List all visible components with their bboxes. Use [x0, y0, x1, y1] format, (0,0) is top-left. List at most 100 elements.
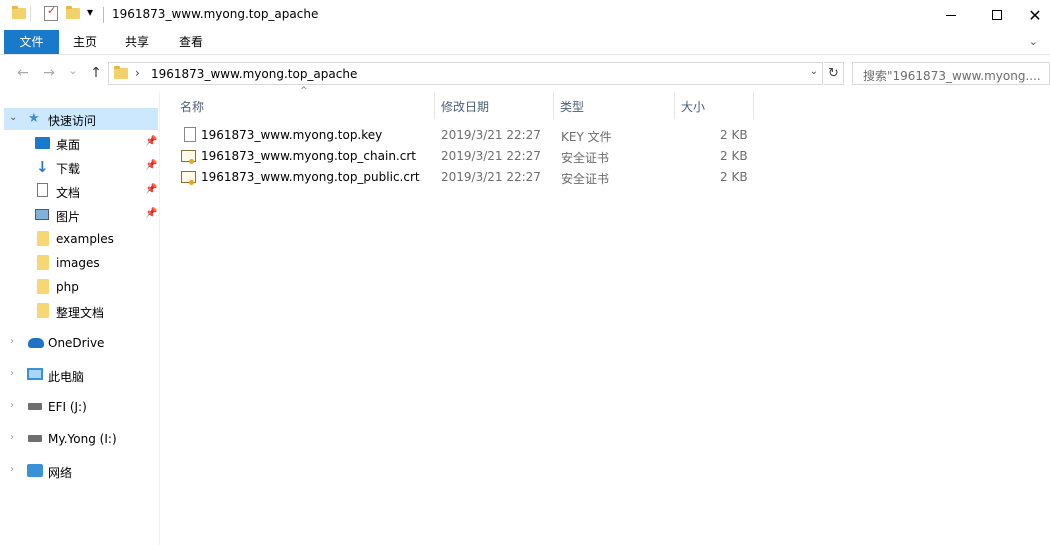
nav-label: 整理文档: [56, 306, 105, 320]
title-divider: [103, 7, 104, 23]
nav-label: 文档: [56, 186, 81, 200]
pin-icon[interactable]: 📌: [145, 208, 157, 219]
nav-item-images[interactable]: images: [4, 252, 158, 274]
nav-item-desktop[interactable]: 桌面 📌: [4, 132, 158, 154]
expand-chevron-icon[interactable]: ›: [10, 464, 14, 475]
qat-divider: [30, 6, 31, 22]
folder-icon: [37, 279, 49, 294]
this-pc-icon: [27, 368, 43, 380]
pin-icon[interactable]: 📌: [145, 184, 157, 195]
file-type: 安全证书: [561, 151, 610, 165]
nav-label: OneDrive: [48, 336, 105, 350]
column-label: 修改日期: [441, 100, 490, 114]
file-date: 2019/3/21 22:27: [441, 128, 541, 142]
nav-item-pictures[interactable]: 图片 📌: [4, 204, 158, 226]
nav-item-this-pc[interactable]: › 此电脑: [4, 364, 158, 386]
file-icon: [184, 127, 196, 142]
address-bar[interactable]: › 1961873_www.myong.top_apache ⌄: [108, 62, 823, 85]
folder-icon: [12, 6, 26, 19]
nav-item-examples[interactable]: examples: [4, 228, 158, 250]
pane-divider[interactable]: [159, 92, 160, 545]
file-size: 2 KB: [720, 170, 748, 184]
close-button[interactable]: ✕: [1020, 0, 1050, 30]
download-icon: ↓: [36, 158, 49, 176]
tab-view[interactable]: 查看: [172, 30, 210, 54]
nav-item-downloads[interactable]: ↓ 下载 📌: [4, 156, 158, 178]
folder-icon: [37, 255, 49, 270]
properties-icon[interactable]: ✓: [44, 5, 58, 21]
file-size: 2 KB: [720, 128, 748, 142]
nav-label: php: [56, 280, 79, 294]
file-row[interactable]: 1961873_www.myong.top.key 2019/3/21 22:2…: [176, 125, 756, 146]
nav-item-documents[interactable]: 文档 📌: [4, 180, 158, 202]
nav-item-onedrive[interactable]: › OneDrive: [4, 332, 158, 354]
column-label: 类型: [560, 100, 585, 114]
nav-item-myyong-drive[interactable]: › My.Yong (I:): [4, 428, 158, 450]
certificate-icon: [181, 150, 196, 164]
nav-label: 下载: [56, 162, 81, 176]
back-button[interactable]: ←: [14, 64, 32, 82]
nav-label: images: [56, 256, 100, 270]
up-button[interactable]: ↑: [87, 64, 105, 82]
column-header-type[interactable]: 类型: [554, 92, 674, 120]
search-input[interactable]: 搜索"1961873_www.myong....: [852, 62, 1050, 85]
drive-icon: [28, 432, 42, 442]
collapse-chevron-icon[interactable]: ⌄: [9, 112, 17, 123]
file-name: 1961873_www.myong.top.key: [201, 128, 383, 142]
new-folder-icon[interactable]: [66, 6, 80, 19]
tab-file[interactable]: 文件: [4, 30, 59, 54]
breadcrumb-chevron-icon[interactable]: ›: [135, 66, 140, 80]
drive-icon: [28, 400, 42, 410]
expand-chevron-icon[interactable]: ›: [10, 432, 14, 443]
desktop-icon: [35, 137, 50, 149]
forward-button[interactable]: →: [40, 64, 58, 82]
expand-chevron-icon[interactable]: ›: [10, 368, 14, 379]
nav-label: EFI (J:): [48, 400, 87, 414]
expand-chevron-icon[interactable]: ›: [10, 400, 14, 411]
folder-icon: [37, 231, 49, 246]
search-placeholder: 搜索"1961873_www.myong....: [863, 69, 1041, 83]
column-header-name[interactable]: 名称: [172, 92, 434, 120]
nav-label: 桌面: [56, 138, 81, 152]
onedrive-icon: [28, 338, 44, 348]
title-bar: ✓ ▾ 1961873_www.myong.top_apache ✕: [0, 0, 1050, 30]
nav-label: 网络: [48, 466, 73, 480]
tab-home[interactable]: 主页: [66, 30, 104, 54]
qat-dropdown-icon[interactable]: ▾: [87, 5, 93, 19]
breadcrumb[interactable]: 1961873_www.myong.top_apache: [151, 67, 357, 81]
nav-label: 图片: [56, 210, 81, 224]
pictures-icon: [35, 209, 49, 220]
column-divider[interactable]: [753, 92, 754, 119]
file-date: 2019/3/21 22:27: [441, 170, 541, 184]
file-row[interactable]: 1961873_www.myong.top_chain.crt 2019/3/2…: [176, 146, 756, 167]
nav-quick-access[interactable]: ⌄ ★ 快速访问: [4, 108, 158, 130]
file-name: 1961873_www.myong.top_public.crt: [201, 170, 420, 184]
ribbon-tabs: 文件 主页 共享 查看 ⌄: [0, 30, 1050, 55]
minimize-button[interactable]: [928, 0, 974, 30]
nav-item-network[interactable]: › 网络: [4, 460, 158, 482]
nav-label: 此电脑: [48, 370, 85, 384]
ribbon-expand-icon[interactable]: ⌄: [1029, 35, 1038, 48]
maximize-button[interactable]: [974, 0, 1020, 30]
certificate-icon: [181, 171, 196, 185]
column-header-date[interactable]: 修改日期: [435, 92, 553, 120]
folder-icon: [37, 303, 49, 318]
pin-icon[interactable]: 📌: [145, 160, 157, 171]
document-icon: [37, 183, 48, 197]
nav-item-php[interactable]: php: [4, 276, 158, 298]
tab-share[interactable]: 共享: [118, 30, 156, 54]
nav-label: My.Yong (I:): [48, 432, 117, 446]
nav-item-efi-drive[interactable]: › EFI (J:): [4, 396, 158, 418]
nav-label: examples: [56, 232, 114, 246]
column-label: 名称: [180, 100, 205, 114]
expand-chevron-icon[interactable]: ›: [10, 336, 14, 347]
column-header-size[interactable]: 大小: [675, 92, 753, 120]
file-date: 2019/3/21 22:27: [441, 149, 541, 163]
refresh-button[interactable]: ↻: [824, 62, 844, 85]
nav-item-organized-docs[interactable]: 整理文档: [4, 300, 158, 322]
file-row[interactable]: 1961873_www.myong.top_public.crt 2019/3/…: [176, 167, 756, 188]
pin-icon[interactable]: 📌: [145, 136, 157, 147]
recent-locations-button[interactable]: ⌄: [64, 62, 82, 80]
address-dropdown-icon[interactable]: ⌄: [810, 66, 818, 77]
window-title: 1961873_www.myong.top_apache: [112, 7, 319, 21]
